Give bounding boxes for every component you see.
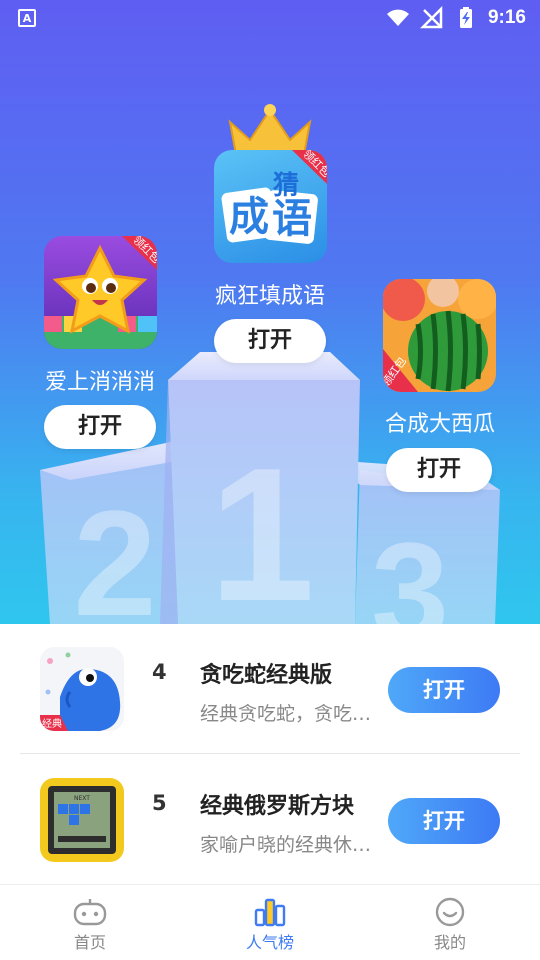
smiley-icon: [435, 897, 465, 927]
tetris-game-icon[interactable]: NEXT: [40, 778, 124, 862]
game-name-1: 疯狂填成语: [214, 284, 325, 309]
bar-chart-icon: [254, 898, 286, 927]
open-button-2[interactable]: 打开: [44, 405, 156, 449]
tab-popular[interactable]: 人气榜: [180, 885, 360, 960]
list-item[interactable]: NEXT 5 经典俄罗斯方块 家喻户晓的经典休闲游戏 打开: [0, 754, 540, 884]
open-button-5[interactable]: 打开: [388, 798, 500, 844]
tab-mine[interactable]: 我的: [360, 885, 540, 960]
tab-popular-label: 人气榜: [245, 933, 294, 952]
idiom-icon-char-2: 语: [272, 196, 312, 242]
ranking-list: 经典 4 贪吃蛇经典版 经典贪吃蛇，贪吃蛇大作战 打开 NEXT 5 经典俄罗斯…: [0, 624, 540, 884]
idiom-game-icon[interactable]: 成 语 猜 领红包: [214, 150, 327, 263]
idiom-icon-char-3: 猜: [272, 171, 299, 201]
tab-home[interactable]: 首页: [0, 885, 180, 960]
open-button-3[interactable]: 打开: [386, 448, 492, 492]
list-rank: 4: [152, 660, 167, 684]
open-button-1[interactable]: 打开: [214, 319, 326, 363]
star-match-game-icon[interactable]: 领红包: [44, 236, 157, 349]
list-desc: 家喻户晓的经典休闲游戏: [200, 834, 376, 856]
podium-rank-2: 2: [73, 479, 156, 624]
game-name-2: 爱上消消消: [44, 370, 155, 395]
list-rank: 5: [152, 791, 167, 815]
list-desc: 经典贪吃蛇，贪吃蛇大作战: [200, 703, 376, 725]
classic-badge: 经典: [42, 717, 62, 730]
snake-game-icon[interactable]: 经典: [40, 647, 124, 731]
podium-rank-3: 3: [371, 513, 449, 624]
list-item[interactable]: 经典 4 贪吃蛇经典版 经典贪吃蛇，贪吃蛇大作战 打开: [0, 624, 540, 754]
watermelon-game-icon[interactable]: 领红包: [383, 279, 496, 392]
tetris-next-label: NEXT: [74, 795, 90, 802]
idiom-icon-char-1: 成: [229, 194, 269, 240]
gamepad-icon: [73, 899, 107, 926]
tab-home-label: 首页: [73, 933, 106, 952]
game-name-3: 合成大西瓜: [384, 412, 495, 437]
ranking-hero: A 9:16 1 2 3 成 语 猜 领红包 疯狂填成语 打开 领红包 爱上消消…: [0, 0, 540, 624]
list-title: 贪吃蛇经典版: [200, 663, 333, 688]
podium-rank-1: 1: [209, 429, 315, 624]
list-title: 经典俄罗斯方块: [200, 794, 355, 819]
tab-mine-label: 我的: [433, 933, 466, 952]
bottom-tab-bar: 首页 人气榜 我的: [0, 884, 540, 960]
open-button-4[interactable]: 打开: [388, 667, 500, 713]
